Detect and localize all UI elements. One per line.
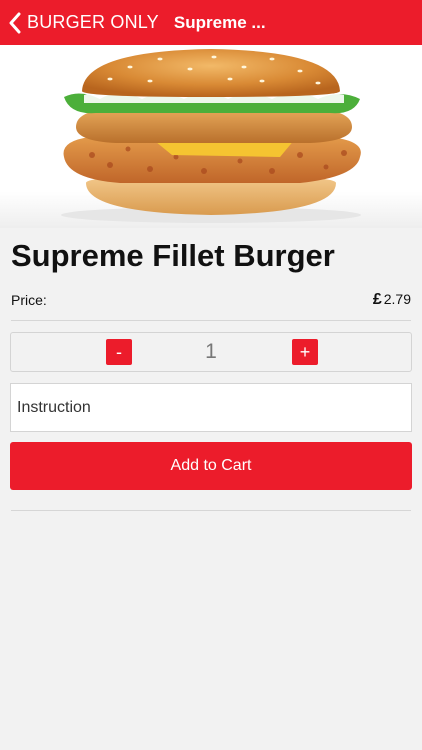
decrease-quantity-button[interactable]: - [106,339,132,365]
instruction-input[interactable] [10,383,412,432]
page-title: Supreme ... [173,12,266,32]
back-button-label: BURGER ONLY [27,12,159,32]
increase-quantity-button[interactable]: + [292,339,318,365]
divider [11,510,411,511]
product-image [0,45,422,228]
divider [11,320,411,321]
price-value: £2.79 [373,291,411,309]
price-row: Price: £2.79 [11,290,411,310]
add-to-cart-button[interactable]: Add to Cart [10,442,412,490]
back-button[interactable]: BURGER ONLY [0,0,159,45]
quantity-stepper: - 1 + [10,332,412,372]
currency-symbol: £ [372,291,382,308]
navigation-bar: BURGER ONLY Supreme ... [0,0,422,45]
burger-image [61,49,361,223]
chevron-left-icon [9,12,21,33]
price-label: Price: [11,292,47,308]
quantity-value: 1 [205,340,217,363]
product-name: Supreme Fillet Burger [11,238,335,273]
price-amount: 2.79 [383,291,411,307]
